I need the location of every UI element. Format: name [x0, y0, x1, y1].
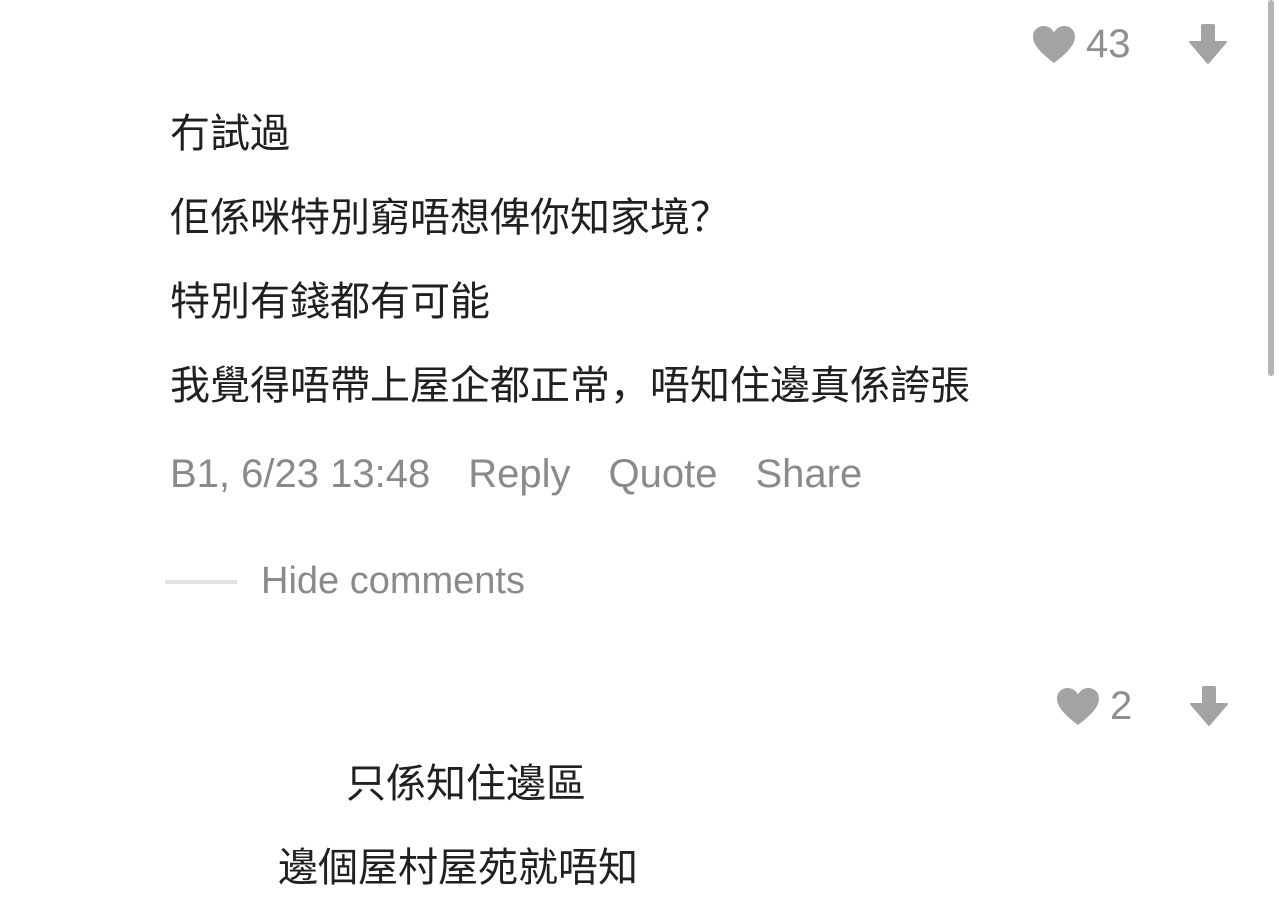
comment-line: 特別有錢都有可能	[170, 279, 490, 325]
floor-timestamp: B1, 6/23 13:48	[170, 452, 431, 496]
heart-icon	[1032, 25, 1076, 65]
reply-button[interactable]: Reply	[468, 452, 570, 497]
comment-meta: B1, 6/23 13:48 Reply Quote Share	[170, 452, 862, 497]
reply-reactions: 2	[1056, 684, 1229, 729]
share-button[interactable]: Share	[755, 452, 862, 497]
comment-line: 我覺得唔帶上屋企都正常，唔知住邊真係誇張	[170, 363, 970, 409]
reply-line: 邊個屋村屋苑就唔知	[278, 845, 638, 891]
reply-like-button[interactable]: 2	[1056, 684, 1132, 729]
scrollbar[interactable]	[1268, 0, 1274, 376]
quote-button[interactable]: Quote	[608, 452, 717, 497]
like-button[interactable]: 43	[1032, 22, 1131, 67]
heart-icon	[1056, 687, 1100, 727]
divider-line	[165, 579, 237, 584]
hide-comments-label: Hide comments	[261, 560, 525, 602]
like-count: 2	[1110, 684, 1133, 728]
reply-body: 只係知住邊區 邊個屋村屋苑就唔知	[278, 742, 638, 910]
comment-line: 佢係咪特別窮唔想俾你知家境？	[170, 195, 730, 241]
thumb-down-arrow-icon[interactable]	[1188, 23, 1227, 67]
comment-reactions: 43	[1032, 22, 1227, 67]
thumb-down-arrow-icon[interactable]	[1190, 685, 1229, 729]
reply-line: 只係知住邊區	[346, 761, 586, 807]
comment-line: 冇試過	[170, 111, 290, 157]
comment-body: 冇試過 佢係咪特別窮唔想俾你知家境？ 特別有錢都有可能 我覺得唔帶上屋企都正常，…	[170, 92, 970, 428]
hide-comments-toggle[interactable]: Hide comments	[165, 560, 525, 603]
like-count: 43	[1086, 22, 1131, 66]
